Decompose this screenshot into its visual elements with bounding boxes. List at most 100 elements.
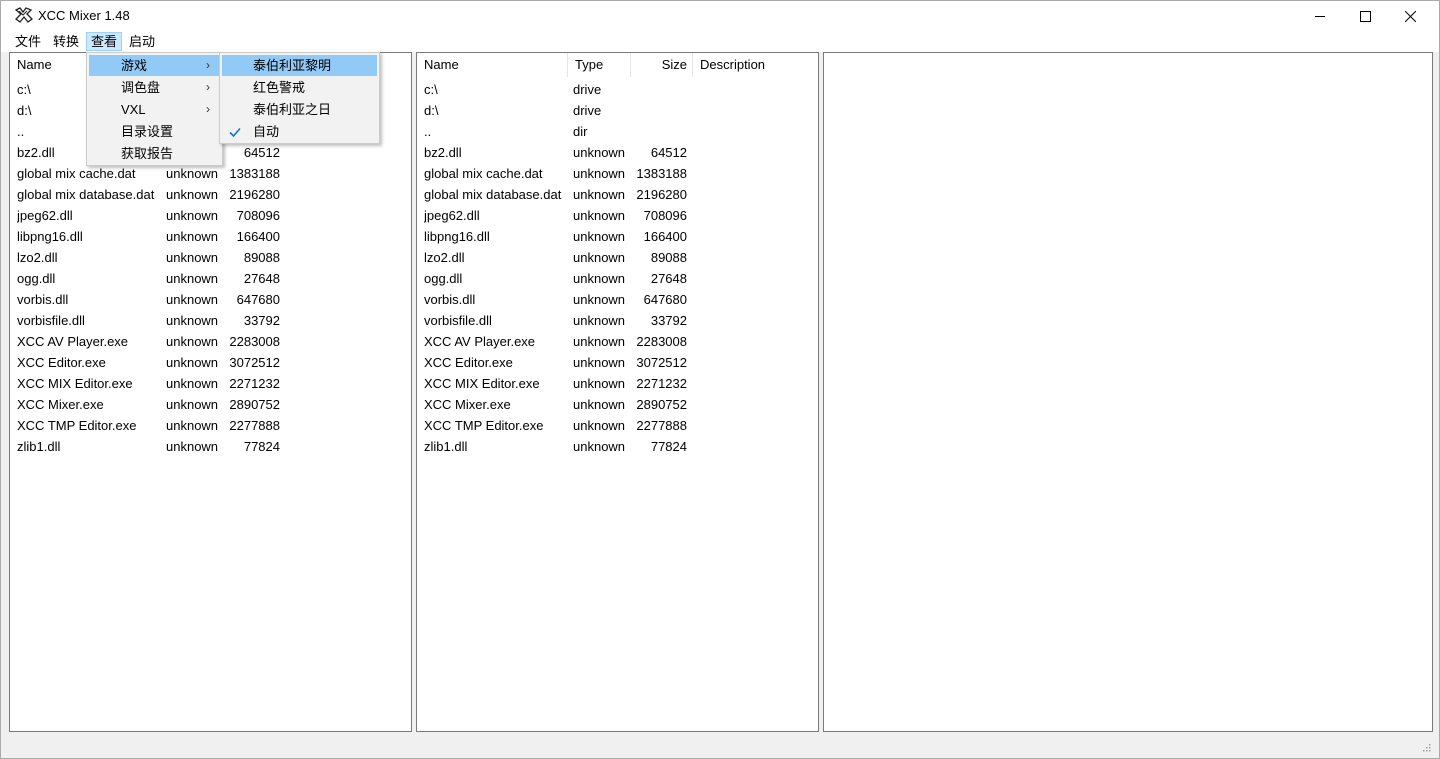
maximize-icon [1359,10,1371,22]
table-row[interactable]: zlib1.dll unknown 77824 [10,436,411,457]
file-type: unknown [573,439,626,454]
table-row[interactable]: XCC Mixer.exe unknown 2890752 [10,394,411,415]
file-size: 89088 [650,250,687,265]
table-row[interactable]: .. dir [417,121,818,142]
table-row[interactable]: bz2.dll unknown 64512 [417,142,818,163]
file-type: unknown [573,271,626,286]
table-row[interactable]: XCC Editor.exe unknown 3072512 [417,352,818,373]
middle-header-type[interactable]: Type [568,53,631,77]
file-type: unknown [573,397,626,412]
table-row[interactable]: XCC Editor.exe unknown 3072512 [10,352,411,373]
title-bar: XCC Mixer 1.48 [1,1,1439,31]
file-name: jpeg62.dll [17,208,73,223]
table-row[interactable]: XCC AV Player.exe unknown 2283008 [10,331,411,352]
table-row[interactable]: lzo2.dll unknown 89088 [10,247,411,268]
file-size: 89088 [243,250,280,265]
table-row[interactable]: vorbis.dll unknown 647680 [417,289,818,310]
game-submenu-dropdown: 泰伯利亚黎明 红色警戒 泰伯利亚之日 自动 [219,52,380,144]
menu-file[interactable]: 文件 [10,32,46,51]
view-menu-vxl[interactable]: VXL › [89,99,220,120]
middle-header-description[interactable]: Description [693,53,818,77]
game-auto[interactable]: 自动 [222,121,377,142]
file-size: 647680 [236,292,280,307]
table-row[interactable]: global mix database.dat unknown 2196280 [417,184,818,205]
file-type: drive [573,103,602,118]
table-row[interactable]: global mix cache.dat unknown 1383188 [10,163,411,184]
file-name: XCC AV Player.exe [17,334,129,349]
table-row[interactable]: d:\ drive [417,100,818,121]
file-name: XCC TMP Editor.exe [424,418,544,433]
file-name: libpng16.dll [424,229,490,244]
table-row[interactable]: vorbisfile.dll unknown 33792 [10,310,411,331]
file-name: XCC TMP Editor.exe [17,418,137,433]
table-row[interactable]: ogg.dll unknown 27648 [10,268,411,289]
table-row[interactable]: zlib1.dll unknown 77824 [417,436,818,457]
menu-convert[interactable]: 转换 [48,32,84,51]
view-menu-palette[interactable]: 调色盘 › [89,77,220,98]
table-row[interactable]: vorbis.dll unknown 647680 [10,289,411,310]
file-name: ogg.dll [17,271,56,286]
file-name: zlib1.dll [424,439,468,454]
file-type: unknown [573,334,626,349]
file-type: unknown [573,418,626,433]
file-type: unknown [166,376,219,391]
chevron-right-icon: › [206,102,210,116]
minimize-icon [1314,15,1325,17]
checkmark-icon [229,127,241,138]
file-type: unknown [166,229,219,244]
table-row[interactable]: c:\ drive [417,79,818,100]
file-name: c:\ [424,82,438,97]
file-name: global mix database.dat [424,187,562,202]
file-size: 27648 [650,271,687,286]
file-name: libpng16.dll [17,229,83,244]
file-size: 2283008 [636,334,687,349]
file-type: unknown [166,271,219,286]
table-row[interactable]: XCC AV Player.exe unknown 2283008 [417,331,818,352]
table-row[interactable]: lzo2.dll unknown 89088 [417,247,818,268]
view-menu-game[interactable]: 游戏 › [89,55,220,76]
table-row[interactable]: jpeg62.dll unknown 708096 [417,205,818,226]
game-tiberian-dawn[interactable]: 泰伯利亚黎明 [222,55,377,76]
view-menu-directory-settings[interactable]: 目录设置 [89,121,220,142]
table-row[interactable]: jpeg62.dll unknown 708096 [10,205,411,226]
table-row[interactable]: XCC MIX Editor.exe unknown 2271232 [417,373,818,394]
file-type: unknown [573,292,626,307]
middle-file-list[interactable]: Name Type Size Description c:\ drive d:\ dr… [416,52,819,732]
file-size: 33792 [243,313,280,328]
resize-grip-icon[interactable] [1421,742,1431,752]
table-row[interactable]: ogg.dll unknown 27648 [417,268,818,289]
file-name: .. [424,124,432,139]
minimize-button[interactable] [1297,1,1343,31]
table-row[interactable]: XCC TMP Editor.exe unknown 2277888 [417,415,818,436]
middle-header-size[interactable]: Size [631,53,693,77]
table-row[interactable]: XCC Mixer.exe unknown 2890752 [417,394,818,415]
preview-pane [823,52,1433,732]
table-row[interactable]: vorbisfile.dll unknown 33792 [417,310,818,331]
table-row[interactable]: libpng16.dll unknown 166400 [10,226,411,247]
close-button[interactable] [1387,1,1433,31]
close-icon [1404,10,1416,22]
table-row[interactable]: libpng16.dll unknown 166400 [417,226,818,247]
file-size: 2283008 [229,334,280,349]
file-type: unknown [166,334,219,349]
file-name: XCC Editor.exe [424,355,513,370]
file-type: unknown [573,166,626,181]
status-bar [9,734,1433,754]
game-tiberian-sun[interactable]: 泰伯利亚之日 [222,99,377,120]
file-type: unknown [166,166,219,181]
middle-list-header: Name Type Size Description [417,53,818,77]
file-type: unknown [166,418,219,433]
table-row[interactable]: global mix cache.dat unknown 1383188 [417,163,818,184]
middle-header-name[interactable]: Name [417,53,568,77]
menu-launch[interactable]: 启动 [124,32,160,51]
game-red-alert[interactable]: 红色警戒 [222,77,377,98]
menu-view[interactable]: 查看 [86,32,123,51]
view-menu-get-report[interactable]: 获取报告 [89,143,220,164]
chevron-right-icon: › [206,58,210,72]
window-title: XCC Mixer 1.48 [38,8,130,23]
maximize-button[interactable] [1342,1,1388,31]
table-row[interactable]: global mix database.dat unknown 2196280 [10,184,411,205]
table-row[interactable]: XCC TMP Editor.exe unknown 2277888 [10,415,411,436]
file-type: unknown [573,355,626,370]
table-row[interactable]: XCC MIX Editor.exe unknown 2271232 [10,373,411,394]
